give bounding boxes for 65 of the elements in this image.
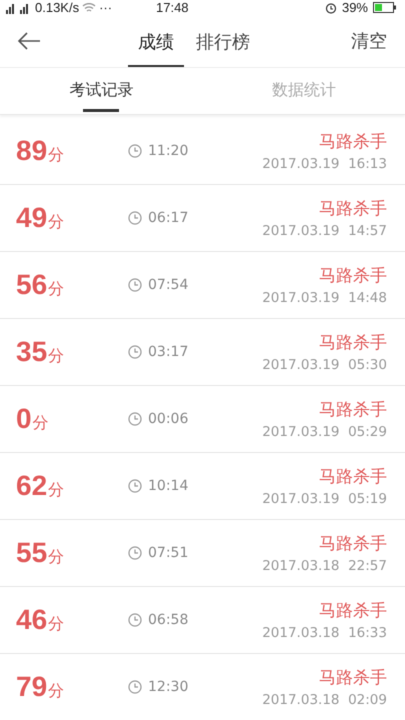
more-indicator: ··· (99, 0, 112, 15)
score-unit: 分 (48, 212, 64, 233)
score: 62 (16, 470, 48, 502)
score: 89 (16, 135, 48, 167)
exam-date: 2017.03.18 22:57 (262, 558, 387, 574)
exam-duration: 00:06 (148, 411, 188, 427)
score-unit: 分 (48, 145, 64, 166)
clock-icon (128, 144, 142, 158)
clock-icon (128, 345, 142, 359)
clock-icon (128, 680, 142, 694)
alarm-icon (324, 2, 337, 14)
clock-icon (128, 613, 142, 627)
exam-duration: 06:17 (148, 210, 188, 226)
score-unit: 分 (48, 547, 64, 568)
exam-date: 2017.03.19 05:30 (262, 357, 387, 373)
exam-title: 马路杀手 (319, 265, 387, 287)
clock-icon (128, 278, 142, 292)
exam-duration: 12:30 (148, 679, 188, 695)
exam-date: 2017.03.19 14:57 (262, 223, 387, 239)
tab[interactable]: 排行榜 (184, 15, 262, 67)
exam-title: 马路杀手 (319, 667, 387, 689)
exam-title: 马路杀手 (319, 466, 387, 488)
exam-duration: 10:14 (148, 478, 188, 494)
exam-duration: 07:54 (148, 277, 188, 293)
score: 55 (16, 537, 48, 569)
exam-title: 马路杀手 (319, 131, 387, 153)
exam-date: 2017.03.19 16:13 (262, 156, 387, 172)
exam-duration: 06:58 (148, 612, 188, 628)
tab[interactable]: 成绩 (128, 15, 184, 67)
wifi-icon (82, 2, 96, 13)
clear-button[interactable]: 清空 (351, 15, 405, 67)
exam-duration: 07:51 (148, 545, 188, 561)
exam-title: 马路杀手 (319, 533, 387, 555)
score-unit: 分 (48, 480, 64, 501)
exam-duration: 11:20 (148, 143, 188, 159)
clock-time: 17:48 (156, 0, 189, 15)
exam-date: 2017.03.18 16:33 (262, 625, 387, 641)
score: 79 (16, 671, 48, 703)
score-unit: 分 (48, 279, 64, 300)
exam-title: 马路杀手 (319, 198, 387, 220)
exam-title: 马路杀手 (319, 332, 387, 354)
exam-date: 2017.03.18 02:09 (262, 692, 387, 708)
score: 56 (16, 269, 48, 301)
score: 35 (16, 336, 48, 368)
clock-icon (128, 412, 142, 426)
clock-icon (128, 211, 142, 225)
exam-title: 马路杀手 (319, 600, 387, 622)
score-unit: 分 (32, 413, 49, 434)
score-unit: 分 (48, 614, 64, 635)
exam-date: 2017.03.19 05:19 (262, 491, 387, 507)
score: 0 (16, 403, 32, 435)
score-unit: 分 (48, 346, 64, 367)
clock-icon (128, 479, 142, 493)
clock-icon (128, 546, 142, 560)
exam-duration: 03:17 (148, 344, 188, 360)
back-icon[interactable] (17, 32, 41, 50)
exam-title: 马路杀手 (319, 399, 387, 421)
exam-date: 2017.03.19 05:29 (262, 424, 387, 440)
score: 49 (16, 202, 48, 234)
battery-percent: 39% (342, 0, 368, 15)
exam-date: 2017.03.19 14:48 (262, 290, 387, 306)
network-speed: 0.13K/s (35, 0, 80, 15)
score: 46 (16, 604, 48, 636)
battery-icon (373, 2, 397, 13)
score-unit: 分 (48, 681, 64, 702)
